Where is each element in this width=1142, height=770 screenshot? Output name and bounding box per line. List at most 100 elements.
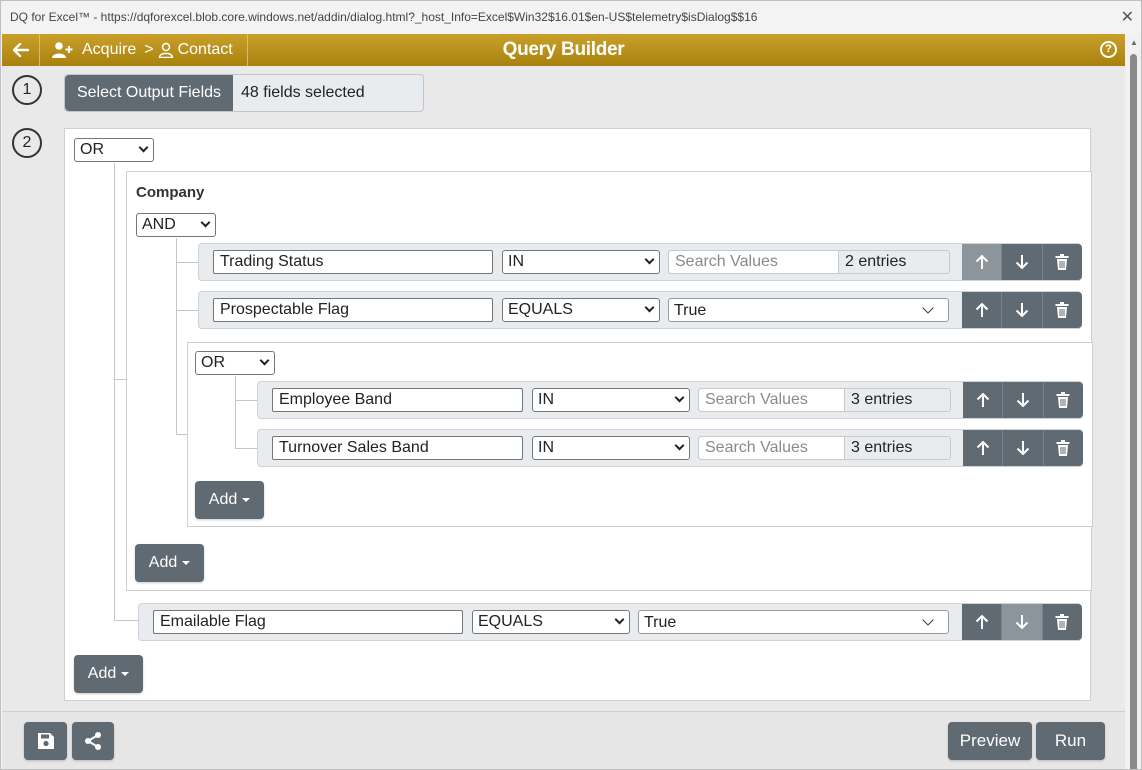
field-input[interactable]: Trading Status <box>213 250 493 274</box>
rule-employee-band: Employee Band IN Search Values 3 entries <box>257 381 1083 419</box>
rule-turnover-sales-band: Turnover Sales Band IN Search Values 3 e… <box>257 429 1083 467</box>
run-button[interactable]: Run <box>1036 722 1105 760</box>
chevron-down-icon <box>922 302 934 314</box>
search-values-input[interactable]: Search Values <box>669 251 839 273</box>
delete-button[interactable] <box>1041 292 1082 328</box>
chevron-down-icon <box>922 614 934 626</box>
breadcrumb-contact[interactable]: Contact <box>178 41 233 59</box>
field-input[interactable]: Employee Band <box>272 388 523 412</box>
caret-down-icon <box>182 561 191 565</box>
operator-select[interactable]: EQUALS <box>502 298 660 322</box>
operator-select[interactable]: IN <box>532 436 690 460</box>
values-count: 3 entries <box>851 391 913 408</box>
search-values-input[interactable]: Search Values <box>699 389 845 411</box>
chevron-down-icon <box>138 142 149 153</box>
move-up-button[interactable] <box>962 244 1002 280</box>
root-combinator-value: OR <box>80 141 104 158</box>
move-up-button[interactable] <box>962 604 1001 640</box>
caret-down-icon <box>242 498 251 502</box>
operator-value: IN <box>508 253 524 270</box>
move-up-button[interactable] <box>963 382 1002 418</box>
help-icon[interactable]: ? <box>1100 41 1117 58</box>
tree-line <box>114 163 115 620</box>
search-values-input[interactable]: Search Values <box>699 437 845 459</box>
company-group-label: Company <box>136 184 205 201</box>
vertical-scrollbar[interactable]: ▲ <box>1125 34 1141 769</box>
values-picker[interactable]: Search Values 2 entries <box>668 250 950 274</box>
save-button[interactable] <box>24 722 67 760</box>
sub-group-add-button[interactable]: Add <box>195 481 264 519</box>
trash-icon <box>1056 440 1070 456</box>
move-up-button[interactable] <box>963 430 1002 466</box>
value-select[interactable]: True <box>638 610 949 634</box>
step-2-badge: 2 <box>12 128 42 158</box>
values-count: 3 entries <box>851 439 913 456</box>
breadcrumb-acquire[interactable]: Acquire <box>82 41 136 59</box>
back-button[interactable] <box>2 34 40 66</box>
rule-actions <box>963 382 1083 418</box>
operator-value: IN <box>538 391 554 408</box>
root-add-button[interactable]: Add <box>74 655 143 693</box>
rule-trading-status: Trading Status IN Search Values 2 entrie… <box>198 243 1082 281</box>
trash-icon <box>1056 392 1070 408</box>
value-select[interactable]: True <box>668 298 949 322</box>
field-input[interactable]: Prospectable Flag <box>213 298 493 322</box>
arrow-down-icon <box>1015 303 1029 318</box>
delete-button[interactable] <box>1041 244 1082 280</box>
scroll-up-icon[interactable]: ▲ <box>1130 38 1138 47</box>
move-down-button[interactable] <box>1002 382 1042 418</box>
root-group: OR Company AND Trading Status IN Search … <box>64 128 1093 701</box>
company-group: Company AND Trading Status IN Search Val… <box>126 171 1093 591</box>
share-button[interactable] <box>72 722 114 760</box>
delete-button[interactable] <box>1041 604 1082 640</box>
dialog-window: DQ for Excel™ - https://dqforexcel.blob.… <box>0 0 1142 770</box>
close-icon[interactable]: ✕ <box>1121 1 1134 34</box>
preview-button[interactable]: Preview <box>948 722 1032 760</box>
footer-toolbar: Preview Run <box>2 711 1125 769</box>
field-input[interactable]: Emailable Flag <box>153 610 463 634</box>
operator-select[interactable]: IN <box>502 250 660 274</box>
arrow-left-icon <box>12 43 29 57</box>
tree-line <box>235 376 236 448</box>
move-down-button[interactable] <box>1001 244 1041 280</box>
operator-select[interactable]: EQUALS <box>472 610 630 634</box>
floppy-disk-icon <box>37 733 54 749</box>
caret-down-icon <box>121 672 130 676</box>
operator-select[interactable]: IN <box>532 388 690 412</box>
tree-line <box>176 310 198 311</box>
tree-line <box>114 620 138 621</box>
user-plus-icon <box>52 42 73 58</box>
values-picker[interactable]: Search Values 3 entries <box>698 436 951 460</box>
trash-icon <box>1055 302 1069 318</box>
scrollbar-thumb[interactable] <box>1130 54 1137 769</box>
window-titlebar: DQ for Excel™ - https://dqforexcel.blob.… <box>1 1 1141 34</box>
root-combinator-select[interactable]: OR <box>74 138 154 162</box>
values-picker[interactable]: Search Values 3 entries <box>698 388 951 412</box>
arrow-up-icon <box>975 614 988 629</box>
tree-line <box>235 400 257 401</box>
share-icon <box>85 732 101 750</box>
move-up-button[interactable] <box>962 292 1001 328</box>
delete-button[interactable] <box>1042 430 1083 466</box>
company-group-add-button[interactable]: Add <box>135 544 204 582</box>
move-down-button[interactable] <box>1001 604 1042 640</box>
output-fields-count: 48 fields selected <box>241 84 365 101</box>
chevron-down-icon <box>674 392 685 403</box>
arrow-up-icon <box>976 440 989 455</box>
sub-group: OR Employee Band IN Search Values 3 entr… <box>187 342 1093 527</box>
rule-actions <box>962 292 1082 328</box>
arrow-down-icon <box>1015 615 1029 630</box>
field-input[interactable]: Turnover Sales Band <box>272 436 523 460</box>
sub-combinator-select[interactable]: OR <box>195 351 275 375</box>
tree-line <box>235 448 257 449</box>
trash-icon <box>1055 254 1069 270</box>
tree-line <box>114 379 126 380</box>
company-combinator-select[interactable]: AND <box>136 213 216 237</box>
output-fields-selector[interactable]: Select Output Fields 48 fields selected <box>64 74 424 112</box>
operator-value: EQUALS <box>478 613 543 630</box>
delete-button[interactable] <box>1042 382 1083 418</box>
select-output-fields-button[interactable]: Select Output Fields <box>65 75 233 111</box>
move-down-button[interactable] <box>1001 292 1041 328</box>
move-down-button[interactable] <box>1002 430 1042 466</box>
trash-icon <box>1055 614 1069 630</box>
